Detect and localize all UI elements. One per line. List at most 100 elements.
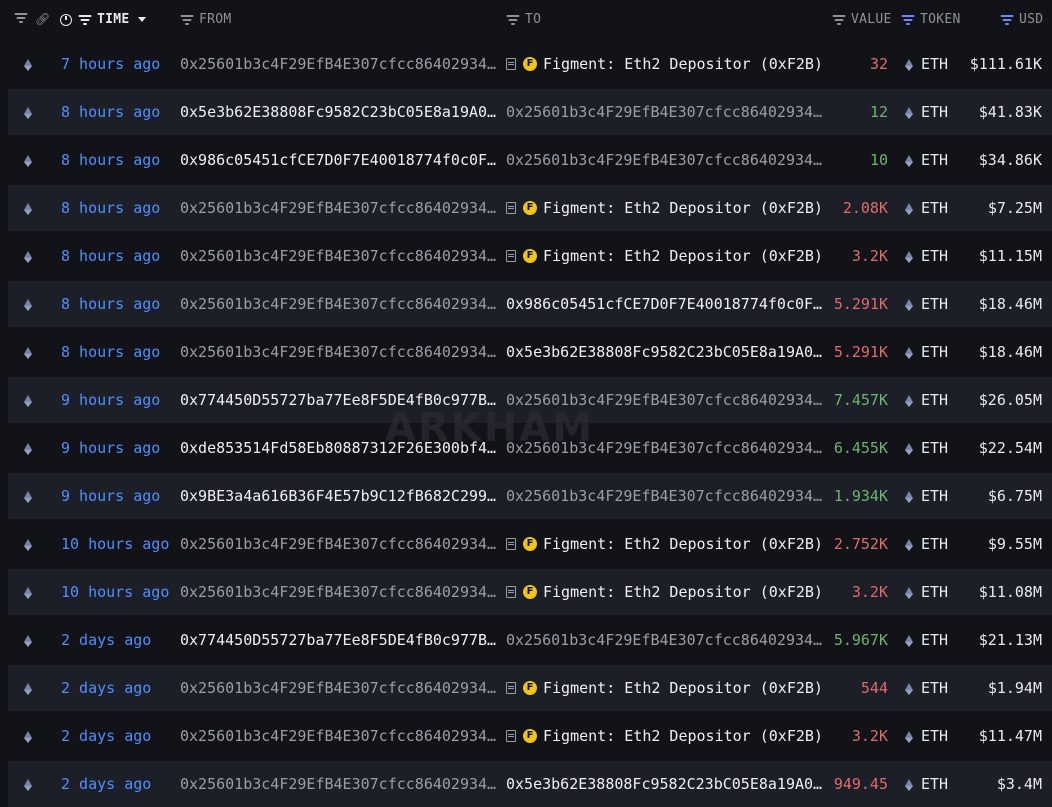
token-icon-cell xyxy=(905,137,915,183)
time-link[interactable]: 9 hours ago xyxy=(61,425,179,471)
ethereum-icon[interactable] xyxy=(24,586,32,599)
table-row[interactable]: 8 hours ago 0x25601b3c4F29EfB4E307cfcc864… xyxy=(8,185,1052,231)
filter-icon[interactable] xyxy=(78,14,91,25)
contract-doc-icon xyxy=(506,58,516,70)
from-column-header[interactable]: FROM xyxy=(180,12,232,27)
time-link[interactable]: 8 hours ago xyxy=(61,89,179,135)
ethereum-icon[interactable] xyxy=(24,346,32,359)
sort-desc-icon[interactable] xyxy=(137,17,146,22)
from-address-link[interactable]: 0x25601b3c4F29EfB4E307cfcc86402934… xyxy=(180,761,500,807)
chain-cell xyxy=(24,89,38,135)
from-address-link[interactable]: 0x774450D55727ba77Ee8F5DE4fB0c977B… xyxy=(180,617,500,663)
from-address-link[interactable]: 0x25601b3c4F29EfB4E307cfcc86402934… xyxy=(180,185,500,231)
ethereum-icon[interactable] xyxy=(24,106,32,119)
token-icon-cell xyxy=(905,761,915,807)
from-address-link[interactable]: 0x25601b3c4F29EfB4E307cfcc86402934… xyxy=(180,713,500,759)
from-address-link[interactable]: 0x25601b3c4F29EfB4E307cfcc86402934… xyxy=(180,281,500,327)
ethereum-icon[interactable] xyxy=(24,682,32,695)
table-row[interactable]: 8 hours ago 0x5e3b62E38808Fc9582C23bC05E8… xyxy=(8,89,1052,135)
ethereum-icon[interactable] xyxy=(24,154,32,167)
table-row[interactable]: 2 days ago 0x25601b3c4F29EfB4E307cfcc8640… xyxy=(8,713,1052,759)
time-link[interactable]: 7 hours ago xyxy=(61,41,179,87)
filter-icon[interactable] xyxy=(832,14,845,25)
time-link[interactable]: 8 hours ago xyxy=(61,137,179,183)
value-amount: 1.934K xyxy=(833,487,888,505)
from-address-link[interactable]: 0x986c05451cfCE7D0F7E40018774f0c0F… xyxy=(180,137,500,183)
ethereum-icon xyxy=(905,538,913,551)
table-row[interactable]: 8 hours ago 0x986c05451cfCE7D0F7E40018774… xyxy=(8,137,1052,183)
usd-amount: $9.55M xyxy=(987,535,1042,553)
ethereum-icon[interactable] xyxy=(24,730,32,743)
usd-amount: $22.54M xyxy=(978,439,1042,457)
table-row[interactable]: 2 days ago 0x25601b3c4F29EfB4E307cfcc8640… xyxy=(8,761,1052,807)
from-address-link[interactable]: 0x25601b3c4F29EfB4E307cfcc86402934… xyxy=(180,329,500,375)
ethereum-icon[interactable] xyxy=(24,634,32,647)
ethereum-icon[interactable] xyxy=(24,442,32,455)
token-column-header[interactable]: TOKEN xyxy=(901,12,961,27)
time-link[interactable]: 8 hours ago xyxy=(61,233,179,279)
table-row[interactable]: 9 hours ago 0x774450D55727ba77Ee8F5DE4fB0… xyxy=(8,377,1052,423)
table-row[interactable]: 2 days ago 0x774450D55727ba77Ee8F5DE4fB0c… xyxy=(8,617,1052,663)
table-row[interactable]: 8 hours ago 0x25601b3c4F29EfB4E307cfcc864… xyxy=(8,329,1052,375)
chain-cell xyxy=(24,473,38,519)
usd-column-header[interactable]: USD xyxy=(1000,12,1043,27)
table-row[interactable]: 9 hours ago 0xde853514Fd58Eb80887312F26E3… xyxy=(8,425,1052,471)
table-row[interactable]: 10 hours ago 0x25601b3c4F29EfB4E307cfcc86… xyxy=(8,569,1052,615)
filter-icon[interactable] xyxy=(1000,14,1013,25)
filter-icon[interactable] xyxy=(506,14,519,25)
token-icon-cell xyxy=(905,185,915,231)
table-row[interactable]: 9 hours ago 0x9BE3a4a616B36F4E57b9C12fB68… xyxy=(8,473,1052,519)
from-address-link[interactable]: 0x25601b3c4F29EfB4E307cfcc86402934… xyxy=(180,233,500,279)
value-column-header[interactable]: VALUE xyxy=(832,12,892,27)
ethereum-icon[interactable] xyxy=(24,490,32,503)
ethereum-icon xyxy=(905,682,913,695)
filter-icon[interactable] xyxy=(180,14,193,25)
time-column-header[interactable]: TIME xyxy=(60,12,146,27)
ethereum-icon[interactable] xyxy=(24,298,32,311)
time-link[interactable]: 8 hours ago xyxy=(61,185,179,231)
figment-logo-icon: F xyxy=(523,249,537,263)
ethereum-icon[interactable] xyxy=(24,778,32,791)
from-address-link[interactable]: 0x5e3b62E38808Fc9582C23bC05E8a19A0… xyxy=(180,89,500,135)
ethereum-icon xyxy=(905,394,913,407)
from-address-link[interactable]: 0x25601b3c4F29EfB4E307cfcc86402934… xyxy=(180,41,500,87)
table-row[interactable]: 10 hours ago 0x25601b3c4F29EfB4E307cfcc86… xyxy=(8,521,1052,567)
table-row[interactable]: 2 days ago 0x25601b3c4F29EfB4E307cfcc8640… xyxy=(8,665,1052,711)
time-link[interactable]: 9 hours ago xyxy=(61,377,179,423)
time-link[interactable]: 10 hours ago xyxy=(61,521,179,567)
time-link[interactable]: 2 days ago xyxy=(61,761,179,807)
table-row[interactable]: 7 hours ago 0x25601b3c4F29EfB4E307cfcc864… xyxy=(8,41,1052,87)
ethereum-icon[interactable] xyxy=(24,58,32,71)
value-amount: 949.45 xyxy=(833,775,888,793)
time-link[interactable]: 10 hours ago xyxy=(61,569,179,615)
time-link[interactable]: 2 days ago xyxy=(61,617,179,663)
from-address-link[interactable]: 0x774450D55727ba77Ee8F5DE4fB0c977B… xyxy=(180,377,500,423)
from-address-link[interactable]: 0x25601b3c4F29EfB4E307cfcc86402934… xyxy=(180,569,500,615)
token-icon-cell xyxy=(905,41,915,87)
contract-doc-icon xyxy=(506,586,516,598)
ethereum-icon xyxy=(905,730,913,743)
from-address-link[interactable]: 0x25601b3c4F29EfB4E307cfcc86402934… xyxy=(180,665,500,711)
time-link[interactable]: 8 hours ago xyxy=(61,329,179,375)
from-address-link[interactable]: 0x25601b3c4F29EfB4E307cfcc86402934… xyxy=(180,521,500,567)
time-link[interactable]: 2 days ago xyxy=(61,713,179,759)
filter-icon[interactable] xyxy=(901,14,914,25)
chain-filter-button[interactable]: 🔗︎ xyxy=(14,12,50,26)
usd-amount: $11.08M xyxy=(978,583,1042,601)
figment-logo-icon: F xyxy=(523,729,537,743)
ethereum-icon[interactable] xyxy=(24,538,32,551)
time-link[interactable]: 9 hours ago xyxy=(61,473,179,519)
from-address-link[interactable]: 0xde853514Fd58Eb80887312F26E300bf4… xyxy=(180,425,500,471)
time-link[interactable]: 8 hours ago xyxy=(61,281,179,327)
ethereum-icon[interactable] xyxy=(24,394,32,407)
to-column-header[interactable]: TO xyxy=(506,12,541,27)
table-row[interactable]: 8 hours ago 0x25601b3c4F29EfB4E307cfcc864… xyxy=(8,233,1052,279)
from-address-link[interactable]: 0x9BE3a4a616B36F4E57b9C12fB682C299… xyxy=(180,473,500,519)
time-link[interactable]: 2 days ago xyxy=(61,665,179,711)
table-row[interactable]: 8 hours ago 0x25601b3c4F29EfB4E307cfcc864… xyxy=(8,281,1052,327)
ethereum-icon[interactable] xyxy=(24,250,32,263)
ethereum-icon[interactable] xyxy=(24,202,32,215)
chain-cell xyxy=(24,233,38,279)
link-icon[interactable]: 🔗︎ xyxy=(35,12,50,26)
value-amount: 12 xyxy=(869,103,888,121)
